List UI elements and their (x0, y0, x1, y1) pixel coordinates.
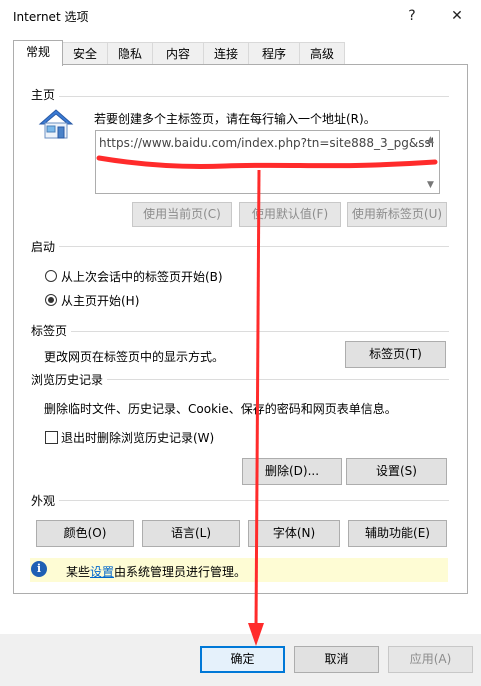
settings-link[interactable]: 设置 (90, 565, 114, 579)
close-button[interactable]: ✕ (447, 6, 467, 26)
home-url-text: https://www.baidu.com/index.php?tn=site8… (99, 136, 434, 150)
info-icon: i (31, 561, 47, 577)
startup-radio-home[interactable] (45, 294, 57, 306)
startup-option-home: 从主页开始(H) (61, 294, 140, 308)
radio-selected-dot (48, 297, 54, 303)
close-icon: ✕ (451, 8, 463, 24)
cancel-button[interactable]: 取消 (294, 646, 379, 673)
startup-option-last-session: 从上次会话中的标签页开始(B) (61, 270, 223, 284)
startup-radio-last-session[interactable] (45, 270, 57, 282)
tab-programs[interactable]: 程序 (248, 42, 300, 64)
tabs-divider (31, 331, 449, 332)
apply-button[interactable]: 应用(A) (388, 646, 473, 673)
managed-info-text: 某些设置由系统管理员进行管理。 (66, 563, 246, 580)
home-divider (31, 96, 449, 97)
history-description: 删除临时文件、历史记录、Cookie、保存的密码和网页表单信息。 (44, 402, 397, 416)
startup-divider (31, 246, 449, 247)
ok-button[interactable]: 确定 (200, 646, 285, 673)
delete-on-exit-label: 退出时删除浏览历史记录(W) (61, 431, 215, 445)
delete-on-exit-checkbox[interactable] (45, 431, 58, 444)
tab-content[interactable]: 内容 (152, 42, 204, 64)
appearance-divider (31, 500, 449, 501)
red-arrow-annotation (248, 169, 264, 646)
window-title: Internet 选项 (13, 10, 89, 24)
scroll-up-icon[interactable]: ▲ (427, 135, 434, 145)
home-icon (38, 108, 74, 140)
colors-button[interactable]: 颜色(O) (36, 520, 134, 547)
tab-connections[interactable]: 连接 (203, 42, 249, 64)
accessibility-button[interactable]: 辅助功能(E) (348, 520, 447, 547)
tabs-button[interactable]: 标签页(T) (345, 341, 446, 368)
tab-security[interactable]: 安全 (62, 42, 108, 64)
tabs-description: 更改网页在标签页中的显示方式。 (44, 350, 225, 364)
scroll-down-icon[interactable]: ▼ (427, 180, 434, 190)
info-suffix: 由系统管理员进行管理。 (114, 565, 247, 579)
home-instructions: 若要创建多个主标签页，请在每行输入一个地址(R)。 (94, 112, 376, 126)
history-settings-button[interactable]: 设置(S) (346, 458, 447, 485)
use-new-tab-button[interactable]: 使用新标签页(U) (347, 202, 447, 227)
tab-privacy[interactable]: 隐私 (107, 42, 153, 64)
tab-general[interactable]: 常规 (13, 40, 63, 66)
languages-button[interactable]: 语言(L) (142, 520, 240, 547)
use-current-button[interactable]: 使用当前页(C) (132, 202, 232, 227)
home-section-title: 主页 (31, 86, 60, 103)
tab-advanced[interactable]: 高级 (299, 42, 345, 64)
tabs-section-title: 标签页 (31, 322, 72, 339)
history-section-title: 浏览历史记录 (31, 371, 108, 388)
appearance-section-title: 外观 (31, 492, 60, 509)
help-button[interactable]: ? (402, 6, 422, 26)
startup-section-title: 启动 (31, 238, 60, 255)
info-prefix: 某些 (66, 565, 91, 579)
